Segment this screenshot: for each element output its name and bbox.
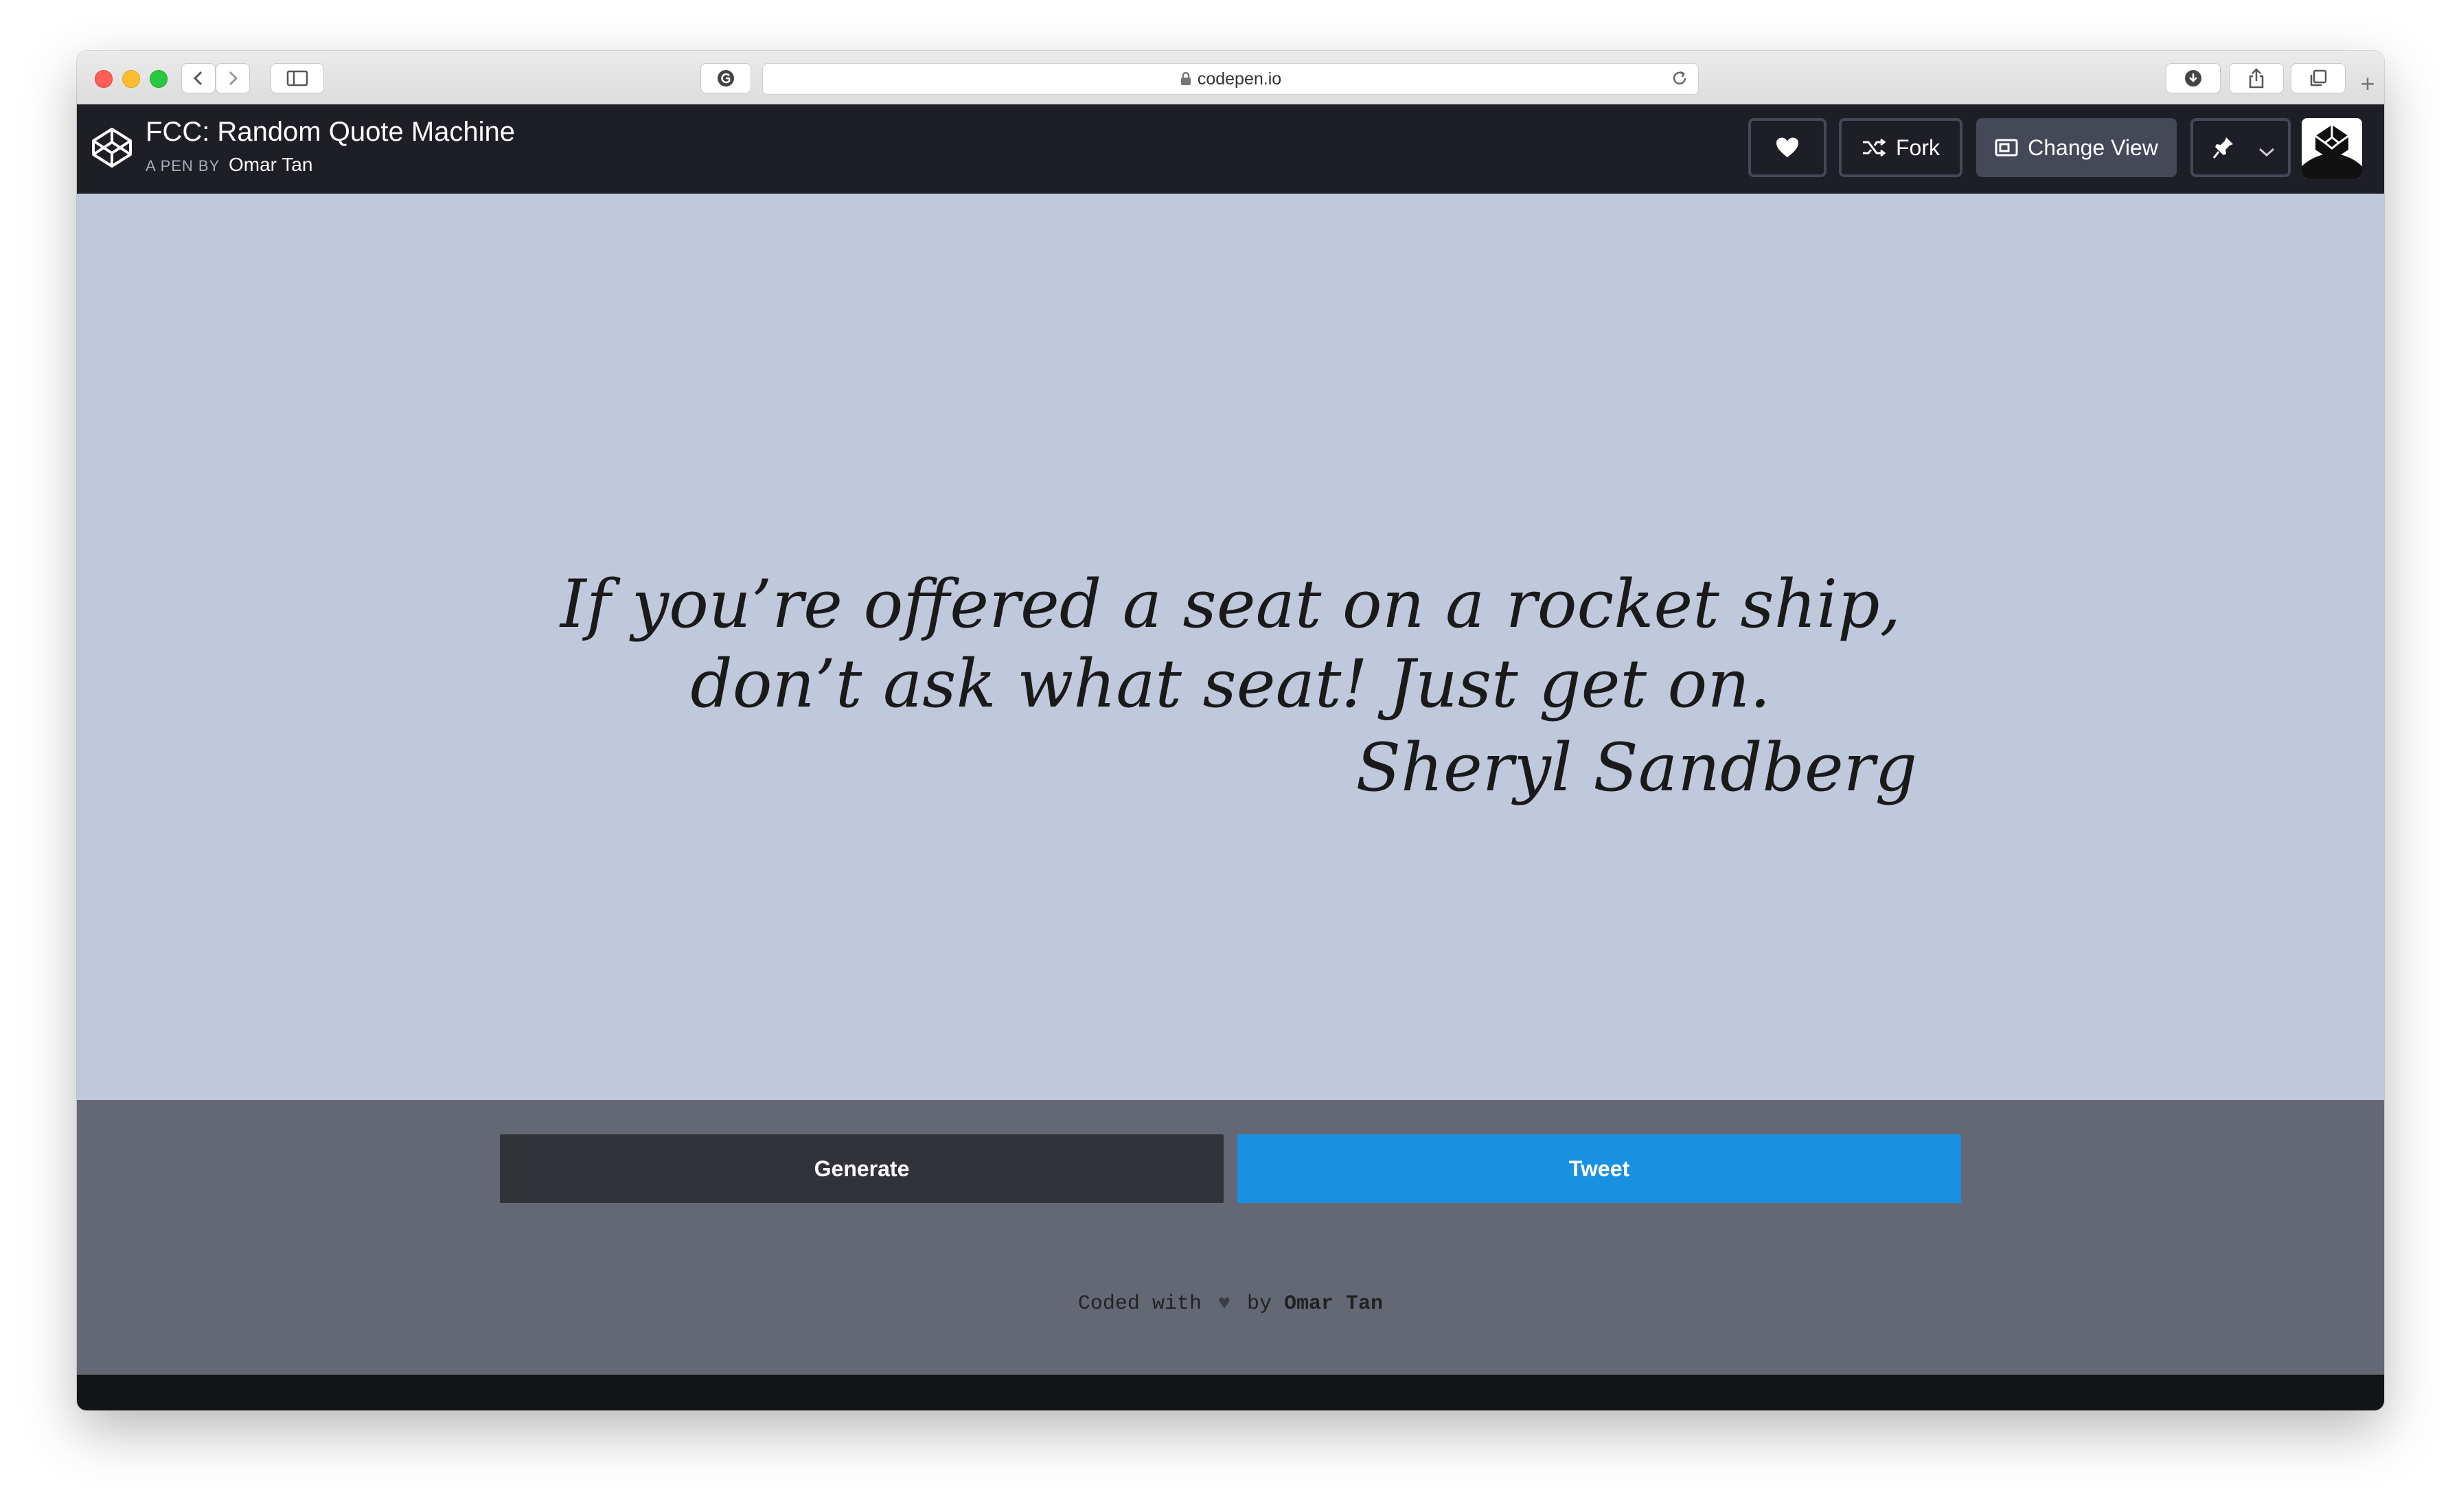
downloads-button[interactable] bbox=[2166, 63, 2221, 93]
close-window-button[interactable] bbox=[95, 70, 113, 88]
plus-icon: + bbox=[2360, 69, 2375, 98]
download-icon bbox=[2185, 70, 2201, 87]
tweet-button[interactable]: Tweet bbox=[1237, 1134, 1961, 1203]
user-avatar[interactable] bbox=[2302, 118, 2362, 179]
quote-text: If you’re offered a seat on a rocket shi… bbox=[560, 566, 1901, 722]
heart-icon: ♥ bbox=[1217, 1292, 1230, 1316]
lock-icon bbox=[1180, 71, 1192, 87]
footer-prefix: Coded with bbox=[1077, 1292, 1202, 1316]
change-view-icon bbox=[1995, 139, 2018, 157]
back-button[interactable] bbox=[181, 63, 216, 93]
forward-button[interactable] bbox=[216, 63, 250, 93]
generate-button[interactable]: Generate bbox=[500, 1134, 1224, 1203]
browser-toolbar: codepen.io + bbox=[77, 51, 2384, 105]
chevron-left-icon bbox=[193, 71, 203, 86]
byline-prefix: A PEN BY bbox=[146, 157, 220, 174]
url-text: codepen.io bbox=[1197, 69, 1282, 89]
fork-label: Fork bbox=[1896, 135, 1940, 160]
quote-box: If you’re offered a seat on a rocket shi… bbox=[544, 564, 1917, 807]
footer-by: by bbox=[1247, 1292, 1272, 1316]
browser-window: codepen.io + FCC: Random Quote Machine A… bbox=[77, 51, 2384, 1410]
share-button[interactable] bbox=[2229, 63, 2284, 93]
codepen-footer-bar bbox=[77, 1375, 2384, 1410]
like-button[interactable] bbox=[1748, 118, 1827, 177]
heart-icon bbox=[1776, 137, 1798, 157]
sidebar-icon bbox=[286, 70, 308, 87]
tabs-overview-button[interactable] bbox=[2291, 63, 2346, 93]
fork-icon bbox=[1863, 138, 1886, 157]
footer-author: Omar Tan bbox=[1284, 1292, 1384, 1316]
change-view-button[interactable]: Change View bbox=[1976, 118, 2177, 177]
chevron-right-icon bbox=[229, 71, 238, 86]
extension-button[interactable] bbox=[700, 63, 751, 93]
grammarly-icon bbox=[718, 70, 734, 87]
chevron-down-icon bbox=[2258, 139, 2276, 164]
change-view-label: Change View bbox=[2028, 135, 2158, 160]
pin-menu-button[interactable] bbox=[2190, 118, 2291, 177]
sidebar-toggle-button[interactable] bbox=[271, 63, 324, 93]
tabs-icon bbox=[2310, 69, 2327, 87]
address-bar[interactable]: codepen.io bbox=[762, 63, 1699, 95]
pen-byline: A PEN BY Omar Tan bbox=[146, 154, 312, 176]
codepen-logo-icon[interactable] bbox=[91, 126, 133, 172]
share-icon bbox=[2249, 68, 2264, 89]
reload-icon[interactable] bbox=[1671, 69, 1689, 87]
quote-area: If you’re offered a seat on a rocket shi… bbox=[77, 194, 2384, 1100]
footer-credit: Coded with ♥ by Omar Tan bbox=[77, 1292, 2384, 1316]
codepen-header: FCC: Random Quote Machine A PEN BY Omar … bbox=[77, 104, 2384, 194]
fork-button[interactable]: Fork bbox=[1839, 118, 1962, 177]
quote-author: Sheryl Sandberg bbox=[1355, 729, 1917, 806]
minimize-window-button[interactable] bbox=[122, 70, 140, 88]
pen-author-link[interactable]: Omar Tan bbox=[229, 154, 312, 175]
zoom-window-button[interactable] bbox=[150, 70, 168, 88]
pin-icon bbox=[2212, 137, 2233, 159]
pen-title: FCC: Random Quote Machine bbox=[146, 117, 516, 147]
new-tab-button[interactable]: + bbox=[2351, 63, 2384, 104]
controls-area: Generate Tweet Coded with ♥ by Omar Tan bbox=[77, 1100, 2384, 1375]
